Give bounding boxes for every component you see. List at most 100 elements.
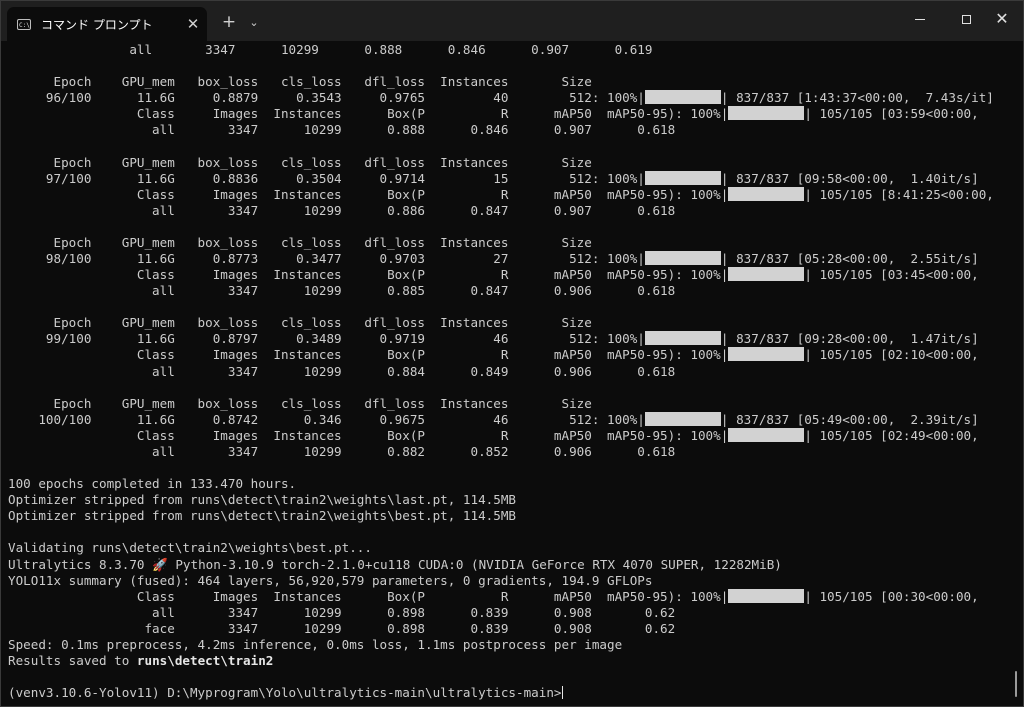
terminal-text: | 105/105 [00:30<00:00,: [804, 588, 979, 604]
terminal-line: all 3347 10299 0.898 0.839 0.908 0.62: [8, 605, 1008, 621]
terminal-line: Class Images Instances Box(P R mAP50 mAP…: [8, 347, 1008, 363]
terminal-output[interactable]: all 3347 10299 0.888 0.846 0.907 0.619 E…: [8, 42, 1008, 702]
minimize-icon: [915, 18, 925, 20]
terminal-line: Optimizer stripped from runs\detect\trai…: [8, 492, 1008, 508]
terminal-line: Class Images Instances Box(P R mAP50 mAP…: [8, 106, 1008, 122]
terminal-line: 100 epochs completed in 133.470 hours.: [8, 476, 1008, 492]
terminal-line: Epoch GPU_mem box_loss cls_loss dfl_loss…: [8, 74, 1008, 90]
terminal-line: Epoch GPU_mem box_loss cls_loss dfl_loss…: [8, 235, 1008, 251]
terminal-line: (venv3.10.6-Yolov11) D:\Myprogram\Yolo\u…: [8, 685, 1008, 701]
progress-bar: [644, 411, 721, 426]
terminal-text: Epoch GPU_mem box_loss cls_loss dfl_loss…: [8, 154, 592, 170]
scrollbar[interactable]: [1015, 671, 1017, 697]
terminal-line: 100/100 11.6G 0.8742 0.346 0.9675 46 512…: [8, 411, 1008, 428]
progress-bar: [644, 170, 721, 185]
terminal-text: 99/100 11.6G 0.8797 0.3489 0.9719 46 512…: [8, 331, 645, 347]
terminal-text: Epoch GPU_mem box_loss cls_loss dfl_loss…: [8, 74, 592, 90]
terminal-text: Ultralytics 8.3.70 🚀 Python-3.10.9 torch…: [8, 556, 782, 572]
terminal-line: Class Images Instances Box(P R mAP50 mAP…: [8, 186, 1008, 203]
terminal-line: Class Images Instances Box(P R mAP50 mAP…: [8, 427, 1008, 444]
terminal-line: face 3347 10299 0.898 0.839 0.908 0.62: [8, 621, 1008, 637]
tab-close-icon[interactable]: ✕: [179, 10, 207, 38]
terminal-text: all 3347 10299 0.886 0.847 0.907 0.618: [8, 202, 676, 218]
terminal-text: 98/100 11.6G 0.8773 0.3477 0.9703 27 512…: [8, 251, 645, 267]
progress-bar: [728, 588, 805, 603]
progress-bar: [728, 347, 805, 362]
tab-title: コマンド プロンプト: [41, 17, 153, 32]
progress-bar: [728, 267, 805, 282]
tab-dropdown-icon[interactable]: ⌄: [244, 11, 264, 33]
terminal-line: all 3347 10299 0.884 0.849 0.906 0.618: [8, 364, 1008, 380]
terminal-text: Class Images Instances Box(P R mAP50 mAP…: [8, 427, 729, 443]
terminal-line: YOLO11x summary (fused): 464 layers, 56,…: [8, 573, 1008, 589]
terminal-text: all 3347 10299 0.882 0.852 0.906 0.618: [8, 443, 676, 459]
tab-command-prompt[interactable]: C:\ コマンド プロンプト ✕: [7, 7, 207, 41]
terminal-text: 96/100 11.6G 0.8879 0.3543 0.9765 40 512…: [8, 90, 645, 106]
new-tab-button[interactable]: +: [217, 11, 241, 33]
terminal-text: all 3347 10299 0.885 0.847 0.906 0.618: [8, 283, 676, 299]
terminal-text: all 3347 10299 0.884 0.849 0.906 0.618: [8, 363, 676, 379]
terminal-text: Epoch GPU_mem box_loss cls_loss dfl_loss…: [8, 234, 592, 250]
terminal-text: | 105/105 [8:41:25<00:00,: [804, 186, 994, 202]
terminal-line: Validating runs\detect\train2\weights\be…: [8, 540, 1008, 556]
terminal-line: Epoch GPU_mem box_loss cls_loss dfl_loss…: [8, 315, 1008, 331]
terminal-line: 97/100 11.6G 0.8836 0.3504 0.9714 15 512…: [8, 170, 1008, 187]
terminal-text: YOLO11x summary (fused): 464 layers, 56,…: [8, 572, 653, 588]
terminal-text: | 837/837 [05:49<00:00, 2.39it/s]: [720, 411, 979, 427]
text-cursor: [561, 686, 563, 700]
terminal-text: face 3347 10299 0.898 0.839 0.908 0.62: [8, 620, 676, 636]
terminal-text: | 837/837 [09:58<00:00, 1.40it/s]: [720, 170, 979, 186]
terminal-line: all 3347 10299 0.888 0.846 0.907 0.618: [8, 122, 1008, 138]
terminal-text: (venv3.10.6-Yolov11) D:\Myprogram\Yolo\u…: [8, 685, 562, 701]
terminal-line: Speed: 0.1ms preprocess, 4.2ms inference…: [8, 637, 1008, 653]
terminal-line: 96/100 11.6G 0.8879 0.3543 0.9765 40 512…: [8, 90, 1008, 106]
terminal-line: Results saved to runs\detect\train2: [8, 653, 1008, 669]
minimize-button[interactable]: [897, 1, 943, 37]
terminal-text: | 105/105 [03:45<00:00,: [804, 267, 979, 283]
terminal-text: Optimizer stripped from runs\detect\trai…: [8, 508, 516, 524]
terminal-window: C:\ コマンド プロンプト ✕ + ⌄ ✕ all 3347 10299 0.…: [0, 0, 1024, 707]
terminal-line: Epoch GPU_mem box_loss cls_loss dfl_loss…: [8, 396, 1008, 412]
terminal-text: | 105/105 [02:49<00:00,: [804, 427, 979, 443]
progress-bar: [728, 186, 805, 201]
terminal-line: all 3347 10299 0.882 0.852 0.906 0.618: [8, 444, 1008, 460]
terminal-text: 97/100 11.6G 0.8836 0.3504 0.9714 15 512…: [8, 170, 645, 186]
terminal-line: Class Images Instances Box(P R mAP50 mAP…: [8, 267, 1008, 283]
terminal-text: | 105/105 [03:59<00:00,: [804, 106, 979, 122]
terminal-text: Epoch GPU_mem box_loss cls_loss dfl_loss…: [8, 395, 592, 411]
terminal-text: | 837/837 [1:43:37<00:00, 7.43s/it]: [720, 90, 994, 106]
progress-bar: [644, 90, 721, 105]
terminal-line: Epoch GPU_mem box_loss cls_loss dfl_loss…: [8, 155, 1008, 171]
terminal-text: Class Images Instances Box(P R mAP50 mAP…: [8, 267, 729, 283]
results-path: runs\detect\train2: [136, 652, 274, 668]
terminal-text: Optimizer stripped from runs\detect\trai…: [8, 492, 516, 508]
progress-bar: [644, 331, 721, 346]
terminal-text: Class Images Instances Box(P R mAP50 mAP…: [8, 588, 729, 604]
progress-bar: [728, 106, 805, 121]
terminal-text: all 3347 10299 0.888 0.846 0.907 0.619: [8, 42, 653, 57]
terminal-text: Validating runs\detect\train2\weights\be…: [8, 540, 372, 556]
title-bar[interactable]: C:\ コマンド プロンプト ✕ + ⌄ ✕: [1, 1, 1023, 41]
terminal-line: 99/100 11.6G 0.8797 0.3489 0.9719 46 512…: [8, 331, 1008, 347]
terminal-text: | 837/837 [05:28<00:00, 2.55it/s]: [720, 251, 979, 267]
terminal-text: Class Images Instances Box(P R mAP50 mAP…: [8, 186, 729, 202]
terminal-line: Class Images Instances Box(P R mAP50 mAP…: [8, 588, 1008, 605]
terminal-text: | 837/837 [09:28<00:00, 1.47it/s]: [720, 331, 979, 347]
terminal-line: Optimizer stripped from runs\detect\trai…: [8, 508, 1008, 524]
terminal-text: 100 epochs completed in 133.470 hours.: [8, 476, 297, 492]
terminal-text: Epoch GPU_mem box_loss cls_loss dfl_loss…: [8, 315, 592, 331]
terminal-text: Results saved to: [8, 652, 137, 668]
terminal-text: 100/100 11.6G 0.8742 0.346 0.9675 46 512…: [8, 411, 645, 427]
terminal-text: Class Images Instances Box(P R mAP50 mAP…: [8, 347, 729, 363]
progress-bar: [644, 251, 721, 266]
terminal-line: Ultralytics 8.3.70 🚀 Python-3.10.9 torch…: [8, 557, 1008, 573]
close-button[interactable]: ✕: [979, 1, 1023, 37]
terminal-text: Class Images Instances Box(P R mAP50 mAP…: [8, 106, 729, 122]
command-prompt-icon: C:\: [17, 18, 31, 30]
